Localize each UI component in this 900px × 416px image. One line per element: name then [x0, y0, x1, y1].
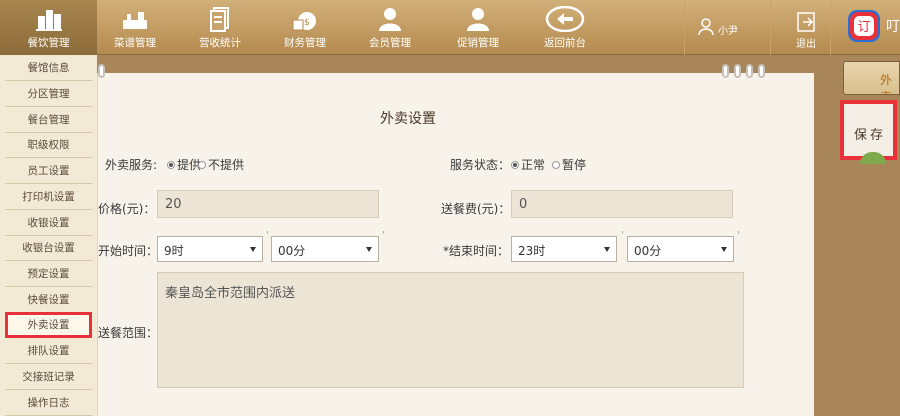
chevron-down-icon	[604, 247, 610, 252]
radio-checked-icon[interactable]	[167, 160, 175, 169]
option-label: 暂停	[562, 158, 587, 172]
nav-back-to-front[interactable]: 返回前台	[525, 0, 605, 55]
sidebar-item-takeout-settings[interactable]: 外卖设置	[5, 312, 92, 338]
nav-menu-management[interactable]: 菜谱管理	[95, 0, 175, 55]
tab-takeout[interactable]: 外卖	[843, 61, 900, 95]
divider	[830, 0, 831, 55]
logout-label: 退出	[796, 39, 816, 50]
top-nav-bar: 餐饮管理 菜谱管理 营收统计 $ 财务管理 会员管理 促销管理 返回前台 小尹 …	[0, 0, 900, 55]
separator-mark: '	[266, 230, 269, 241]
sidebar-item-shift-handover[interactable]: 交接班记录	[5, 364, 92, 390]
back-arrow-icon	[545, 6, 585, 32]
user-name: 小尹	[718, 26, 738, 37]
sidebar-item-rank-permissions[interactable]: 职级权限	[5, 132, 92, 158]
nav-member-management[interactable]: 会员管理	[350, 0, 430, 55]
end-minute-select[interactable]: 00分	[627, 236, 734, 262]
brand-logo-text: 订	[857, 20, 870, 35]
start-hour-select[interactable]: 9时	[157, 236, 263, 262]
money-bag-icon: $	[292, 12, 316, 31]
start-minute-value: 00分	[278, 244, 306, 258]
sidebar-item-reservation-settings[interactable]: 预定设置	[5, 261, 92, 287]
binder-rings-right	[722, 64, 770, 84]
promotion-user-icon	[467, 8, 489, 31]
end-minute-value: 00分	[634, 244, 662, 258]
nav-label: 会员管理	[369, 37, 411, 49]
price-input[interactable]: 20	[157, 190, 379, 218]
user-icon	[698, 18, 714, 36]
nav-label: 促销管理	[457, 37, 499, 49]
binder-rings-left	[98, 64, 110, 84]
option-label: 正常	[521, 158, 546, 172]
separator-mark: '	[382, 230, 385, 241]
sidebar-item-operation-log[interactable]: 操作日志	[5, 390, 92, 416]
logout-button[interactable]: 退出	[786, 10, 826, 50]
radio-unchecked-icon[interactable]	[552, 160, 560, 169]
sidebar-item-staff-settings[interactable]: 员工设置	[5, 158, 92, 184]
nav-promotion-management[interactable]: 促销管理	[438, 0, 518, 55]
start-minute-select[interactable]: 00分	[271, 236, 379, 262]
nav-label: 财务管理	[284, 37, 326, 49]
price-label: 价格(元)：	[98, 202, 156, 216]
nav-catering-management[interactable]: 餐饮管理	[0, 0, 97, 55]
separator-mark: '	[621, 230, 624, 241]
brand: 订 叮	[846, 6, 900, 46]
delivery-fee-input[interactable]: 0	[511, 190, 733, 218]
start-hour-value: 9时	[164, 244, 184, 258]
separator-mark: '	[737, 230, 740, 241]
chevron-down-icon	[366, 247, 372, 252]
sidebar: 餐馆信息 分区管理 餐台管理 职级权限 员工设置 打印机设置 收银设置 收银台设…	[0, 55, 97, 416]
nav-label: 餐饮管理	[27, 37, 70, 49]
kitchen-icon	[123, 12, 147, 29]
brand-logo-icon: 订	[848, 10, 880, 42]
save-label: 保存	[854, 128, 887, 143]
sidebar-item-zone-management[interactable]: 分区管理	[5, 81, 92, 107]
delivery-fee-label: 送餐费(元)：	[441, 202, 511, 216]
radio-unchecked-icon[interactable]	[198, 160, 206, 169]
green-indicator	[860, 152, 886, 164]
end-hour-select[interactable]: 23时	[511, 236, 617, 262]
delivery-range-textarea[interactable]: 秦皇岛全市范围内派送	[157, 272, 744, 388]
sidebar-item-fastfood-settings[interactable]: 快餐设置	[5, 287, 92, 313]
current-user[interactable]: 小尹	[696, 14, 756, 44]
divider	[684, 0, 685, 55]
sidebar-item-table-management[interactable]: 餐台管理	[5, 107, 92, 133]
service-option-not-provide[interactable]: 不提供	[196, 156, 244, 173]
nav-label: 菜谱管理	[114, 37, 156, 49]
member-icon	[379, 8, 401, 31]
nav-label: 营收统计	[199, 37, 241, 49]
sidebar-item-printer-settings[interactable]: 打印机设置	[5, 184, 92, 210]
service-status-label: 服务状态：	[450, 158, 511, 172]
buildings-icon	[35, 10, 62, 31]
chevron-down-icon	[250, 247, 256, 252]
sidebar-item-cashier-desk-settings[interactable]: 收银台设置	[5, 235, 92, 261]
exit-icon	[797, 12, 815, 32]
document-stack-icon	[210, 7, 229, 32]
sidebar-item-cashier-settings[interactable]: 收银设置	[5, 210, 92, 236]
nav-finance-management[interactable]: $ 财务管理	[265, 0, 345, 55]
takeout-service-label: 外卖服务:	[105, 158, 158, 172]
option-label: 不提供	[208, 158, 245, 172]
save-button[interactable]: 保存	[840, 100, 897, 164]
status-option-paused[interactable]: 暂停	[550, 156, 586, 173]
nav-label: 返回前台	[544, 37, 586, 49]
brand-name: 叮	[886, 19, 900, 35]
svg-text:$: $	[304, 18, 310, 28]
radio-checked-icon[interactable]	[511, 160, 519, 169]
end-hour-value: 23时	[518, 244, 546, 258]
sidebar-item-queue-settings[interactable]: 排队设置	[5, 338, 92, 364]
status-option-normal[interactable]: 正常	[509, 156, 545, 173]
page-title: 外卖设置	[380, 111, 436, 127]
tab-label: 外卖	[880, 73, 893, 94]
chevron-down-icon	[721, 247, 727, 252]
nav-revenue-statistics[interactable]: 营收统计	[180, 0, 260, 55]
divider	[770, 0, 771, 55]
sidebar-item-restaurant-info[interactable]: 餐馆信息	[5, 55, 92, 81]
start-time-label: 开始时间：	[98, 244, 159, 258]
delivery-range-label: 送餐范围：	[98, 326, 159, 340]
end-time-label: *结束时间：	[443, 244, 510, 258]
